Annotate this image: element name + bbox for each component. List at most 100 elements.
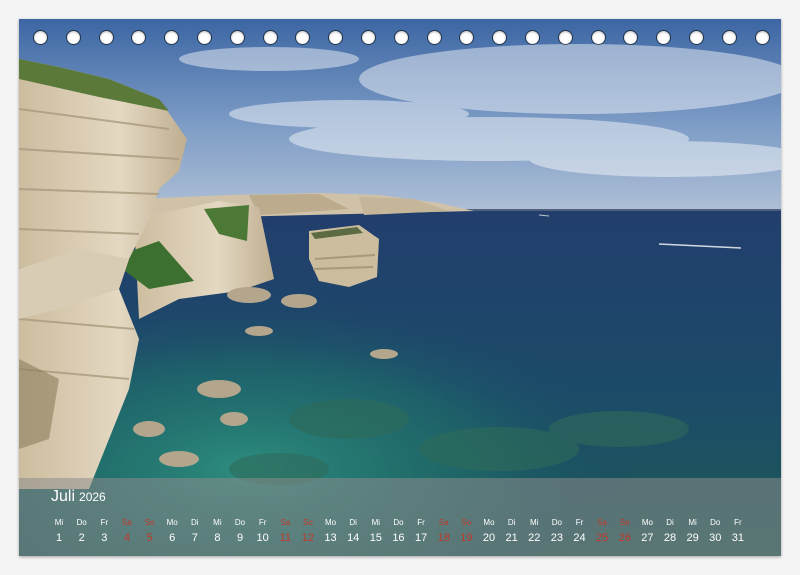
weekday-label: Fr bbox=[417, 518, 425, 527]
binding-hole bbox=[427, 31, 441, 44]
binding-hole bbox=[394, 31, 408, 44]
binding-hole bbox=[558, 31, 572, 44]
calendar-day: Fr 3 bbox=[93, 518, 115, 546]
weekday-label: Mi bbox=[688, 518, 697, 527]
calendar-day: Di 28 bbox=[659, 518, 681, 546]
weekday-label: Sa bbox=[280, 518, 291, 527]
calendar-day: Fr 31 bbox=[727, 518, 749, 546]
calendar-day: So 12 bbox=[297, 518, 319, 546]
calendar-day: Sa 18 bbox=[433, 518, 455, 546]
calendar-day: Mi 1 bbox=[48, 518, 70, 546]
calendar-day: Do 9 bbox=[229, 518, 251, 546]
weekday-label: Di bbox=[666, 518, 674, 527]
weekday-label: Di bbox=[349, 518, 357, 527]
binding-hole bbox=[755, 31, 769, 44]
weekday-label: So bbox=[303, 518, 313, 527]
binding-hole bbox=[493, 31, 507, 44]
binding-hole bbox=[66, 31, 80, 44]
weekday-label: Fr bbox=[258, 518, 267, 527]
binding-hole bbox=[657, 31, 671, 44]
calendar-day: Mo 20 bbox=[478, 518, 500, 546]
binding-hole bbox=[165, 31, 179, 44]
calendar-day: Sa 11 bbox=[274, 518, 296, 546]
day-number: 13 bbox=[324, 532, 337, 544]
weekday-label: Sa bbox=[438, 518, 449, 527]
binding-holes bbox=[0, 31, 800, 51]
day-number: 24 bbox=[573, 532, 586, 544]
weekday-label: Sa bbox=[597, 518, 607, 527]
day-number: 22 bbox=[528, 532, 541, 544]
day-number: 14 bbox=[347, 532, 360, 544]
binding-hole bbox=[690, 31, 703, 44]
binding-hole bbox=[624, 31, 638, 44]
weekday-label: Fr bbox=[100, 518, 109, 527]
binding-hole bbox=[362, 31, 375, 44]
weekday-label: Mo bbox=[641, 518, 653, 527]
weekday-label: So bbox=[144, 518, 155, 527]
weekday-label: Mi bbox=[529, 518, 539, 527]
weekday-label: Do bbox=[234, 518, 246, 527]
day-number: 1 bbox=[55, 532, 63, 544]
weekday-label: Fr bbox=[734, 518, 742, 527]
calendar-day: Sa 25 bbox=[591, 518, 613, 546]
day-number: 23 bbox=[550, 532, 563, 544]
binding-hole bbox=[263, 31, 277, 44]
weekday-label: So bbox=[461, 518, 472, 527]
binding-hole bbox=[460, 31, 474, 44]
calendar-day: Do 16 bbox=[387, 518, 409, 546]
calendar-day: Mi 15 bbox=[365, 518, 387, 546]
calendar-day: Di 7 bbox=[184, 518, 206, 546]
day-number: 2 bbox=[78, 532, 85, 544]
weekday-label: Mo bbox=[324, 518, 337, 527]
binding-hole bbox=[591, 31, 605, 44]
calendar-page: Juli 2026 Mi 1 Do 2 Fr 3 Sa 4 So 5 Mo 6 Di 7 Mi 8 Do 9 Fr 10… bbox=[0, 0, 800, 575]
binding-hole bbox=[34, 31, 47, 44]
weekday-label: Fr bbox=[575, 518, 584, 527]
weekday-label: Di bbox=[190, 518, 199, 527]
day-number: 18 bbox=[437, 532, 450, 544]
calendar-day: Di 21 bbox=[501, 518, 523, 546]
calendar-day: Mo 6 bbox=[161, 518, 183, 546]
calendar-day: Fr 24 bbox=[568, 518, 590, 546]
weekday-label: So bbox=[619, 518, 630, 527]
binding-hole bbox=[99, 31, 113, 44]
coastal-cliff-photo bbox=[19, 19, 781, 556]
day-number: 21 bbox=[505, 532, 518, 544]
day-number: 3 bbox=[101, 532, 108, 544]
binding-hole bbox=[526, 31, 539, 44]
weekday-label: Do bbox=[76, 518, 87, 527]
day-number: 31 bbox=[731, 532, 745, 544]
day-number: 16 bbox=[392, 532, 405, 544]
binding-hole bbox=[198, 31, 211, 44]
month-title: Juli 2026 bbox=[51, 488, 106, 506]
day-grid: Mi 1 Do 2 Fr 3 Sa 4 So 5 Mo 6 Di 7 Mi 8 Do 9 Fr 10 Sa 11 So 12 M… bbox=[19, 518, 781, 552]
day-number: 17 bbox=[414, 532, 428, 544]
month-name: Juli bbox=[51, 488, 76, 505]
weekday-label: Mo bbox=[166, 518, 178, 527]
weekday-label: Do bbox=[710, 518, 721, 527]
day-number: 19 bbox=[460, 532, 473, 544]
calendar-day: So 5 bbox=[139, 518, 161, 546]
day-number: 20 bbox=[482, 532, 496, 544]
binding-hole bbox=[722, 31, 736, 44]
calendar-day: Do 2 bbox=[71, 518, 93, 546]
calendar-day: Mi 8 bbox=[206, 518, 228, 546]
day-number: 28 bbox=[663, 532, 677, 544]
calendar-day: Mi 29 bbox=[682, 518, 704, 546]
day-number: 8 bbox=[214, 532, 221, 544]
calendar-day: So 19 bbox=[455, 518, 477, 546]
weekday-label: Mi bbox=[213, 518, 222, 527]
calendar-strip: Juli 2026 Mi 1 Do 2 Fr 3 Sa 4 So 5 Mo 6 Di 7 Mi 8 Do 9 Fr 10… bbox=[19, 478, 781, 556]
calendar-day: Fr 10 bbox=[252, 518, 274, 546]
day-number: 9 bbox=[236, 532, 244, 544]
day-number: 7 bbox=[191, 532, 198, 544]
day-number: 25 bbox=[595, 532, 609, 544]
binding-hole bbox=[296, 31, 310, 44]
weekday-label: Mi bbox=[54, 518, 64, 527]
weekday-label: Sa bbox=[121, 518, 132, 527]
day-number: 15 bbox=[369, 532, 382, 544]
day-number: 29 bbox=[686, 532, 699, 544]
weekday-label: Di bbox=[507, 518, 516, 527]
weekday-label: Mo bbox=[483, 518, 495, 527]
calendar-day: Do 23 bbox=[546, 518, 568, 546]
